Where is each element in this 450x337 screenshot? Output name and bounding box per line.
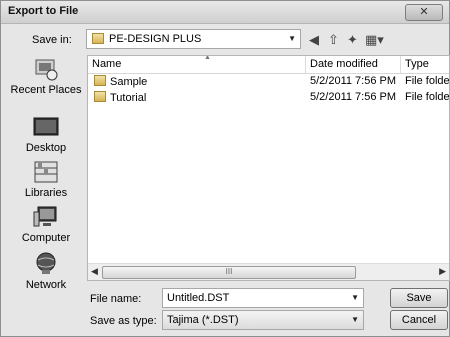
export-dialog: Export to File ✕ Save in: PE-DESIGN PLUS…: [0, 0, 450, 337]
file-row[interactable]: Tutorial 5/2/2011 7:56 PM File folder: [88, 90, 449, 106]
save-button[interactable]: Save: [390, 288, 448, 308]
file-name-label: File name:: [90, 293, 142, 305]
chevron-down-icon: ▼: [288, 34, 296, 43]
file-type: File folder: [405, 91, 450, 103]
place-label: Computer: [21, 232, 71, 244]
folder-icon: [92, 33, 104, 44]
place-desktop[interactable]: Desktop: [10, 114, 82, 154]
save-in-dropdown[interactable]: PE-DESIGN PLUS ▼: [86, 29, 301, 49]
place-computer[interactable]: Computer: [10, 204, 82, 244]
network-icon: [36, 252, 56, 274]
file-name-cell: Tutorial: [94, 91, 146, 104]
save-as-type-label: Save as type:: [90, 315, 157, 327]
scroll-right-icon[interactable]: ▶: [439, 266, 446, 277]
place-label: Libraries: [24, 187, 68, 199]
sort-ascending-icon: ▲: [204, 55, 211, 61]
file-date: 5/2/2011 7:56 PM: [310, 91, 397, 103]
computer-icon: [33, 206, 57, 227]
file-date: 5/2/2011 7:56 PM: [310, 75, 397, 87]
place-label: Recent Places: [10, 84, 82, 96]
folder-icon: [94, 75, 106, 86]
file-name: Tutorial: [110, 92, 147, 104]
cancel-button[interactable]: Cancel: [390, 310, 448, 330]
file-name-cell: Sample: [94, 75, 147, 88]
place-label: Desktop: [25, 142, 67, 154]
column-header-name[interactable]: Name: [88, 58, 121, 72]
place-libraries[interactable]: Libraries: [10, 159, 82, 199]
file-name-value: Untitled.DST: [167, 292, 230, 304]
file-row[interactable]: Sample 5/2/2011 7:56 PM File folder: [88, 74, 449, 90]
save-in-label: Save in:: [32, 34, 72, 46]
chevron-down-icon[interactable]: ▼: [351, 293, 359, 302]
file-name-input[interactable]: Untitled.DST ▼: [162, 288, 364, 308]
save-as-type-dropdown[interactable]: Tajima (*.DST) ▼: [162, 310, 364, 330]
new-folder-icon[interactable]: ✦: [347, 31, 358, 49]
libraries-icon: [34, 161, 58, 183]
recent-places-icon: [35, 59, 58, 81]
file-list-header: Name ▲ Date modified Type: [88, 56, 449, 74]
column-header-type[interactable]: Type: [401, 58, 429, 72]
place-label: Network: [25, 279, 67, 291]
chevron-down-icon: ▼: [351, 315, 359, 324]
up-folder-icon[interactable]: ⇧: [328, 31, 339, 49]
close-button[interactable]: ✕: [405, 4, 443, 21]
place-network[interactable]: Network: [10, 251, 82, 291]
file-list[interactable]: Name ▲ Date modified Type Sample 5/2/201…: [87, 55, 450, 281]
scroll-left-icon[interactable]: ◀: [91, 266, 98, 277]
folder-icon: [94, 91, 106, 102]
column-header-date-modified[interactable]: Date modified: [306, 58, 378, 72]
title-bar: Export to File ✕: [1, 1, 449, 24]
places-bar: Recent Places Desktop Libraries Computer…: [10, 56, 82, 312]
dialog-title: Export to File: [8, 5, 79, 17]
file-name: Sample: [110, 76, 148, 88]
view-menu-icon[interactable]: ▦▾: [365, 31, 384, 49]
save-in-value: PE-DESIGN PLUS: [109, 33, 202, 45]
horizontal-scrollbar[interactable]: ◀ III ▶: [88, 263, 449, 280]
file-type: File folder: [405, 75, 450, 87]
back-icon[interactable]: ◀: [309, 31, 319, 49]
desktop-icon: [33, 117, 59, 136]
place-recent-places[interactable]: Recent Places: [10, 56, 82, 96]
save-as-type-value: Tajima (*.DST): [167, 314, 239, 326]
scroll-thumb[interactable]: III: [102, 266, 356, 279]
